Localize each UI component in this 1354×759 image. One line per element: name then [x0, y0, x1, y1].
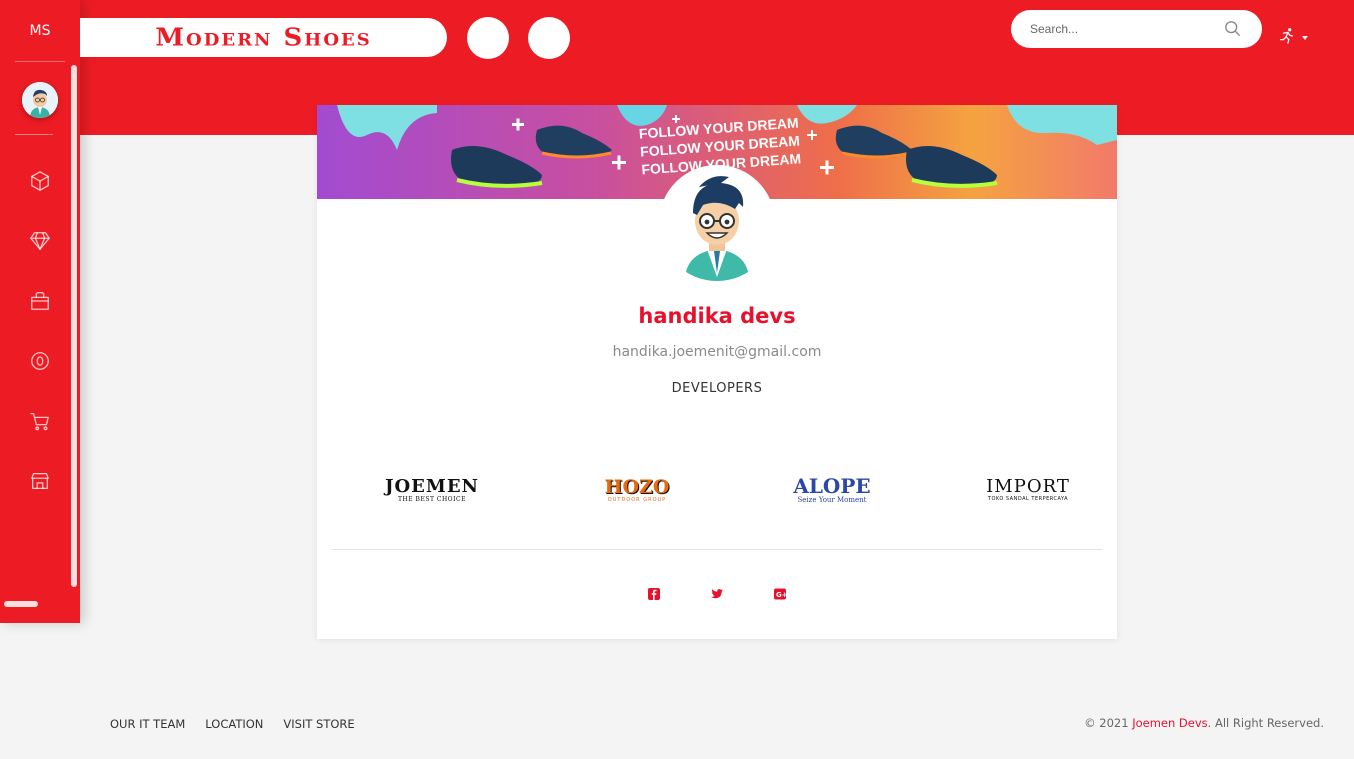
sidebar-item-coins[interactable] [25, 346, 55, 376]
search-box [1011, 10, 1262, 48]
sidebar-brand[interactable]: MS [15, 20, 65, 62]
sidebar-item-cart[interactable] [25, 406, 55, 436]
shoe-illustration-right [835, 125, 912, 159]
footer-links: OUR IT TEAM LOCATION VISIT STORE [110, 717, 355, 731]
developer-avatar-icon [659, 165, 775, 281]
sidebar: MS [0, 0, 80, 623]
footer-link-visit-store[interactable]: VISIT STORE [283, 717, 354, 731]
shoe-illustration-left-2 [535, 125, 612, 159]
sidebar-avatar[interactable] [22, 82, 58, 118]
brand-logo-hozo[interactable]: HOZO OUTDOOR GROUP [577, 460, 697, 520]
user-avatar-icon [22, 82, 58, 118]
search-input[interactable] [1030, 22, 1210, 36]
brand-tagline: Seize Your Moment [797, 496, 867, 504]
profile-email[interactable]: handika.joemenit@gmail.com [317, 344, 1117, 360]
zero-circle-icon [31, 352, 49, 370]
brand-name: IMPORT [986, 476, 1070, 497]
copyright-link[interactable]: Joemen Devs [1132, 716, 1207, 730]
logo[interactable]: Modern Shoes [80, 18, 447, 57]
google-plus-icon[interactable]: G+ [773, 587, 787, 601]
brand-tagline: OUTDOOR GROUP [607, 496, 667, 503]
chevron-down-icon [1302, 35, 1308, 40]
brand-logo-joemen[interactable]: JOEMEN THE BEST CHOICE [372, 460, 492, 520]
profile-role: DEVELOPERS [671, 381, 763, 396]
brand-tagline: THE BEST CHOICE [398, 495, 466, 503]
sidebar-item-premium[interactable] [25, 226, 55, 256]
brand-tagline: TOKO SANDAL TERPERCAYA [987, 496, 1069, 502]
shoe-illustration-left [451, 146, 543, 188]
header-circle-button-2[interactable] [528, 17, 570, 59]
shoe-illustration-right-2 [906, 146, 998, 188]
sidebar-scrollbar-horizontal[interactable] [4, 601, 38, 607]
cart-icon [30, 413, 49, 431]
sidebar-item-orders[interactable] [25, 286, 55, 316]
header-circle-button-1[interactable] [467, 17, 509, 59]
facebook-icon[interactable] [647, 587, 661, 601]
sidebar-item-store[interactable] [25, 466, 55, 496]
store-icon [31, 473, 49, 489]
profile-name: handika devs [638, 304, 796, 328]
brand-logos: JOEMEN THE BEST CHOICE HOZO OUTDOOR GROU… [332, 460, 1102, 520]
card-divider [332, 549, 1102, 550]
twitter-icon[interactable] [710, 587, 724, 601]
diamond-icon [30, 232, 50, 250]
profile-card: FOLLOW YOUR DREAM FOLLOW YOUR DREAM FOLL… [317, 105, 1117, 639]
sidebar-scrollbar-vertical[interactable] [71, 65, 77, 587]
brand-logo-alope[interactable]: ALOPE Seize Your Moment [772, 460, 892, 520]
profile-avatar [659, 165, 775, 281]
box-icon [31, 171, 49, 191]
brand-name: ALOPE [793, 474, 871, 498]
copyright-suffix: . All Right Reserved. [1207, 716, 1324, 730]
brand-name: HOZO [604, 475, 670, 498]
logo-text: Modern Shoes [155, 23, 372, 52]
copyright-prefix: © 2021 [1084, 716, 1133, 730]
shopping-bag-icon [31, 292, 49, 310]
svg-text:G+: G+ [776, 591, 787, 599]
copyright: © 2021 Joemen Devs. All Right Reserved. [1084, 716, 1324, 730]
footer-link-it-team[interactable]: OUR IT TEAM [110, 717, 185, 731]
user-menu-toggle[interactable] [1278, 26, 1312, 46]
brand-name: JOEMEN [384, 475, 479, 497]
runner-icon [1280, 28, 1294, 44]
search-icon[interactable] [1224, 20, 1242, 38]
sidebar-divider [15, 134, 53, 135]
sidebar-item-products[interactable] [25, 166, 55, 196]
footer-link-location[interactable]: LOCATION [205, 717, 263, 731]
brand-logo-import[interactable]: IMPORT TOKO SANDAL TERPERCAYA [968, 460, 1088, 520]
